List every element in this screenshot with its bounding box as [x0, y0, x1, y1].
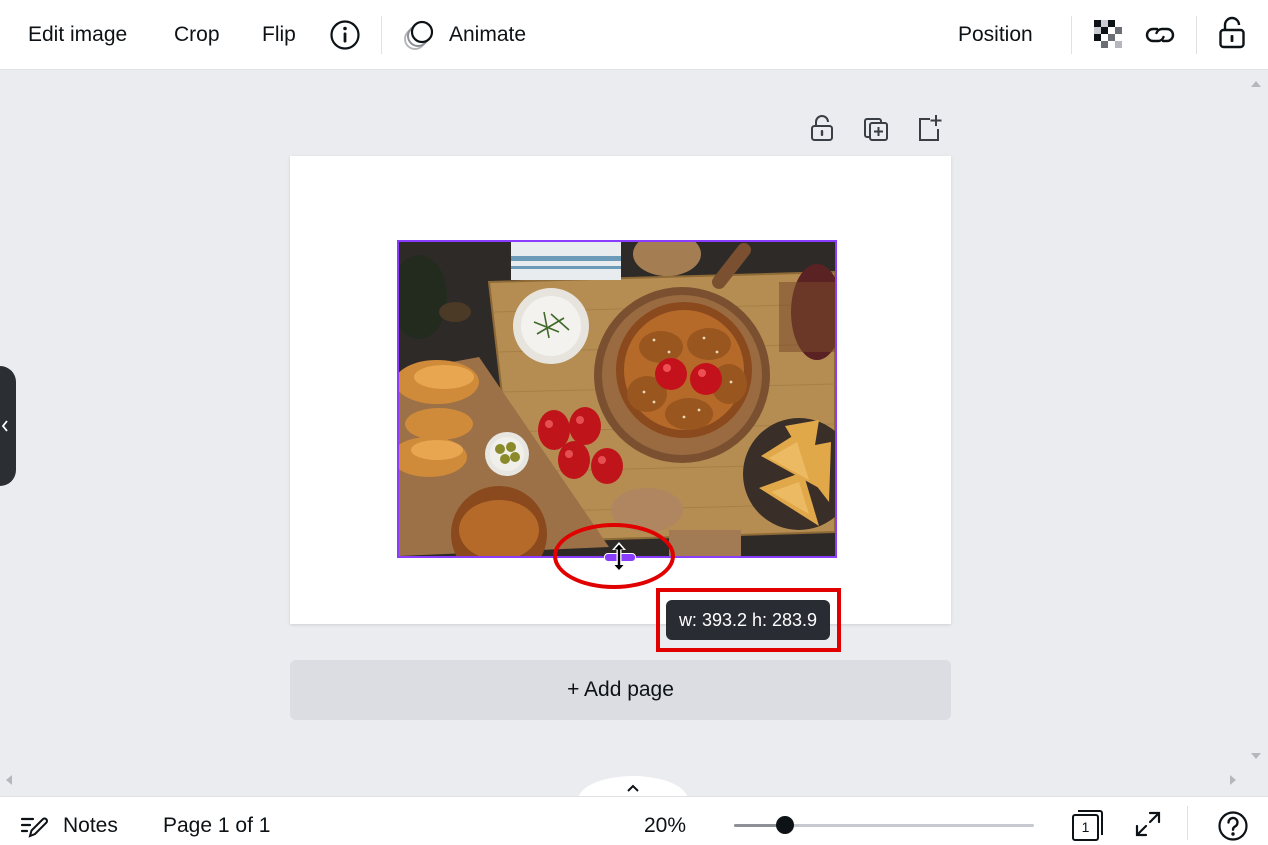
toolbar-divider — [1071, 16, 1072, 54]
lock-page-icon[interactable] — [808, 113, 836, 143]
zoom-level[interactable]: 20% — [644, 813, 686, 839]
scroll-up-arrow[interactable] — [1250, 78, 1262, 90]
add-page-icon[interactable] — [916, 113, 944, 143]
help-icon[interactable] — [1217, 810, 1249, 842]
bottombar-divider — [1187, 806, 1188, 840]
chevron-left-icon — [1, 420, 8, 432]
position-button[interactable]: Position — [958, 21, 1033, 49]
duplicate-page-icon[interactable] — [862, 113, 890, 143]
transparency-icon[interactable] — [1092, 18, 1124, 50]
animate-icon[interactable] — [402, 19, 436, 51]
side-panel-toggle[interactable] — [0, 366, 16, 486]
link-icon[interactable] — [1144, 20, 1176, 50]
notes-icon[interactable] — [19, 812, 49, 840]
edit-image-button[interactable]: Edit image — [28, 21, 127, 49]
lock-icon[interactable] — [1217, 16, 1247, 50]
toolbar-divider — [1196, 16, 1197, 54]
flip-button[interactable]: Flip — [262, 21, 296, 49]
top-toolbar: Edit image Crop Flip Animate Position — [0, 0, 1268, 70]
add-page-button[interactable]: + Add page — [290, 660, 951, 720]
scroll-right-arrow[interactable] — [1227, 774, 1239, 786]
dimension-tooltip: w: 393.2 h: 283.9 — [666, 600, 830, 640]
info-icon[interactable] — [329, 19, 361, 51]
notes-button[interactable]: Notes — [63, 813, 118, 839]
animate-button[interactable]: Animate — [449, 21, 526, 49]
annotation-ellipse — [553, 523, 675, 589]
food-photo — [399, 242, 835, 556]
page-count: 1 — [1081, 819, 1090, 835]
toolbar-divider — [381, 16, 382, 54]
scroll-left-arrow[interactable] — [3, 774, 15, 786]
crop-button[interactable]: Crop — [174, 21, 220, 49]
scroll-down-arrow[interactable] — [1250, 750, 1262, 762]
page-indicator: Page 1 of 1 — [163, 814, 271, 837]
fullscreen-icon[interactable] — [1134, 810, 1162, 838]
selected-food-image[interactable] — [397, 240, 837, 558]
chevron-up-icon — [627, 784, 639, 792]
zoom-slider-thumb[interactable] — [776, 816, 794, 834]
